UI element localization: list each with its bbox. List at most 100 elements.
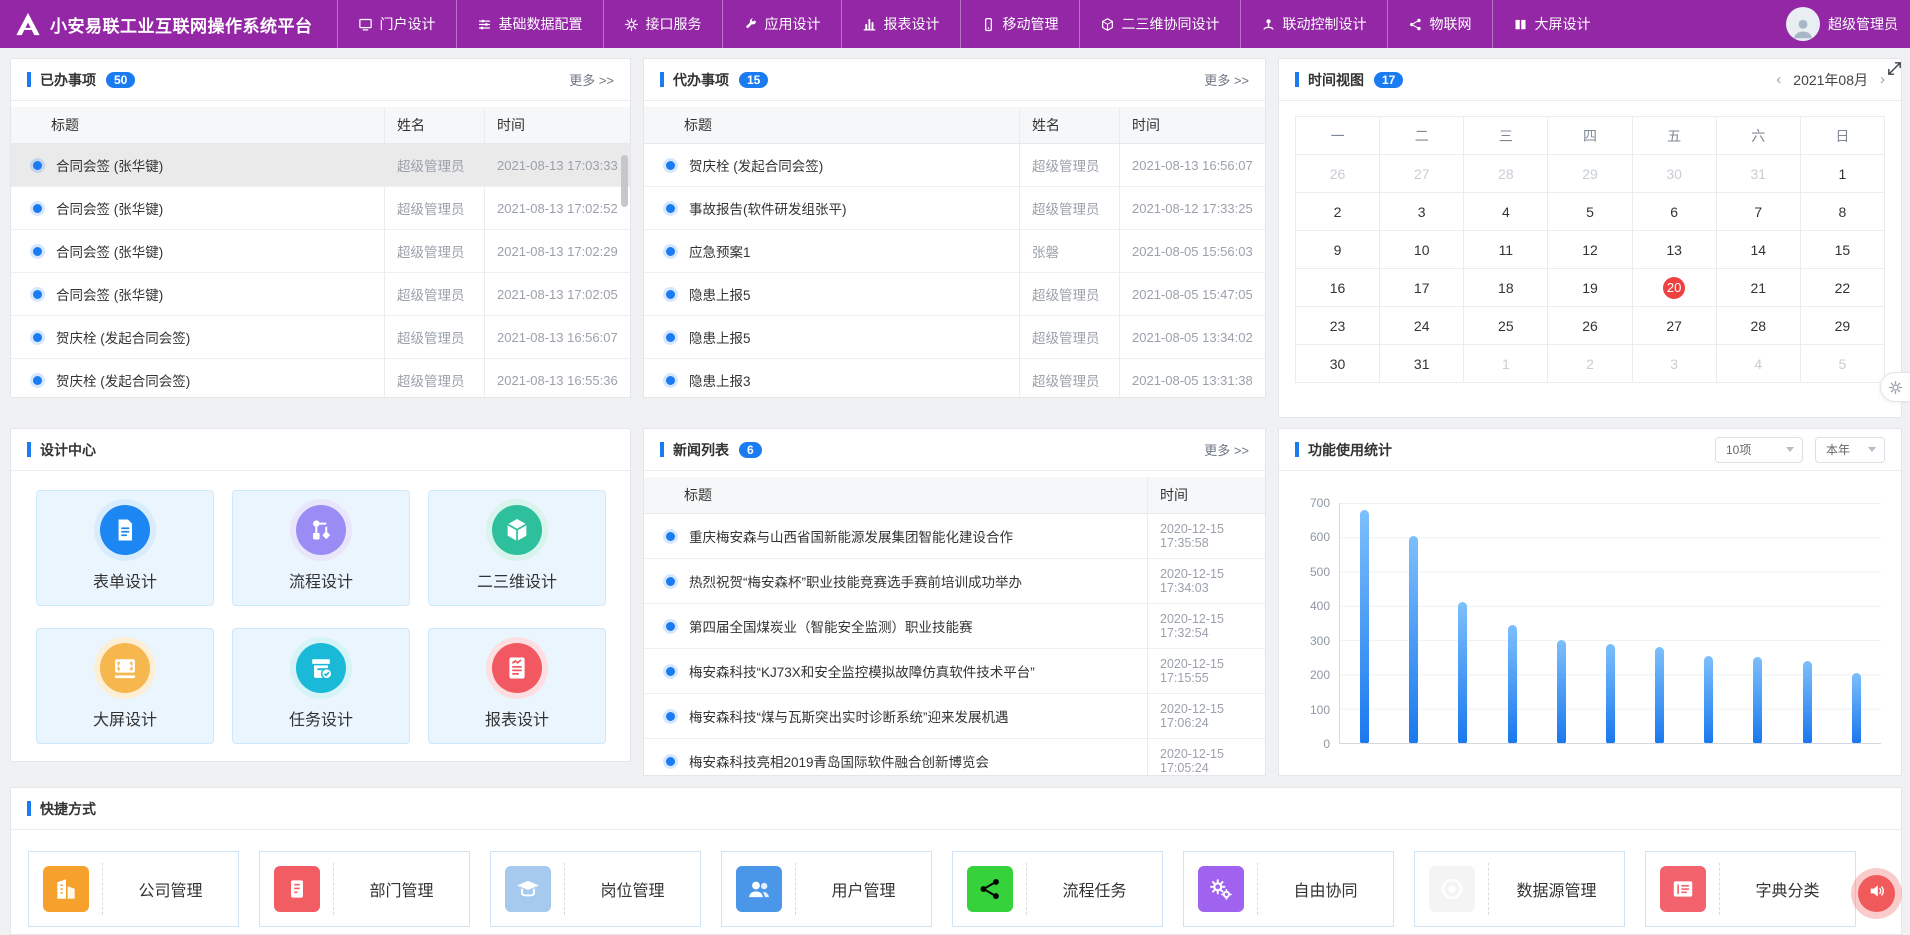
calendar-day[interactable]: 4 — [1717, 345, 1800, 382]
calendar-day[interactable]: 28 — [1717, 307, 1800, 344]
calendar-day[interactable]: 3 — [1633, 345, 1716, 382]
nav-item[interactable]: 联动控制设计 — [1240, 0, 1387, 48]
table-row[interactable]: 隐患上报5 超级管理员 2021-08-05 13:34:02 — [644, 316, 1265, 359]
items-filter-select[interactable]: 10项 — [1715, 437, 1803, 463]
news-row[interactable]: 梅安森科技“煤与瓦斯突出实时诊断系统”迎来发展机遇 2020-12-15 17:… — [644, 694, 1265, 739]
calendar-day[interactable]: 2 — [1548, 345, 1631, 382]
calendar-day[interactable]: 31 — [1717, 155, 1800, 192]
calendar-day[interactable]: 29 — [1801, 307, 1884, 344]
calendar-day[interactable]: 12 — [1548, 231, 1631, 268]
prev-month-button[interactable]: ‹ — [1776, 71, 1781, 88]
design-card[interactable]: 报表设计 — [428, 628, 606, 744]
shortcut-card[interactable]: 岗位管理 — [490, 851, 701, 927]
nav-item[interactable]: 门户设计 — [337, 0, 456, 48]
calendar-day[interactable]: 23 — [1296, 307, 1379, 344]
row-name: 超级管理员 — [1019, 359, 1119, 398]
period-filter-select[interactable]: 本年 — [1815, 437, 1885, 463]
calendar-day[interactable]: 15 — [1801, 231, 1884, 268]
table-row[interactable]: 贺庆栓 (发起合同会签) 超级管理员 2021-08-13 16:56:07 — [11, 316, 630, 359]
calendar-day[interactable]: 19 — [1548, 269, 1631, 306]
table-row[interactable]: 隐患上报3 超级管理员 2021-08-05 13:31:38 — [644, 359, 1265, 398]
calendar-day[interactable]: 29 — [1548, 155, 1631, 192]
table-row[interactable]: 合同会签 (张华键) 超级管理员 2021-08-13 17:03:33 — [11, 144, 630, 187]
table-row[interactable]: 合同会签 (张华键) 超级管理员 2021-08-13 17:02:29 — [11, 230, 630, 273]
todo-more-link[interactable]: 更多 >> — [1204, 70, 1249, 89]
calendar-day[interactable]: 9 — [1296, 231, 1379, 268]
shortcut-card[interactable]: 流程任务 — [952, 851, 1163, 927]
table-row[interactable]: 事故报告(软件研发组张平) 超级管理员 2021-08-12 17:33:25 — [644, 187, 1265, 230]
calendar-day[interactable]: 30 — [1633, 155, 1716, 192]
calendar-day[interactable]: 27 — [1633, 307, 1716, 344]
news-row[interactable]: 重庆梅安森与山西省国新能源发展集团智能化建设合作 2020-12-15 17:3… — [644, 514, 1265, 559]
calendar-day[interactable]: 10 — [1380, 231, 1463, 268]
table-row[interactable]: 贺庆栓 (发起合同会签) 超级管理员 2021-08-13 16:56:07 — [644, 144, 1265, 187]
news-row[interactable]: 热烈祝贺“梅安森杯”职业技能竞赛选手赛前培训成功举办 2020-12-15 17… — [644, 559, 1265, 604]
table-row[interactable]: 应急预案1 张磐 2021-08-05 15:56:03 — [644, 230, 1265, 273]
table-row[interactable]: 贺庆栓 (发起合同会签) 超级管理员 2021-08-13 16:55:36 — [11, 359, 630, 398]
table-row[interactable]: 合同会签 (张华键) 超级管理员 2021-08-13 17:02:05 — [11, 273, 630, 316]
calendar-day[interactable]: 6 — [1633, 193, 1716, 230]
calendar-day[interactable]: 18 — [1464, 269, 1547, 306]
fullscreen-expand-icon[interactable] — [1886, 60, 1903, 77]
shortcut-card[interactable]: 用户管理 — [721, 851, 932, 927]
nav-item[interactable]: 应用设计 — [722, 0, 841, 48]
calendar-day[interactable]: 20 — [1633, 269, 1716, 306]
news-row[interactable]: 梅安森科技亮相2019青岛国际软件融合创新博览会 2020-12-15 17:0… — [644, 739, 1265, 776]
scrollbar-thumb[interactable] — [621, 155, 628, 207]
design-card[interactable]: 表单设计 — [36, 490, 214, 606]
calendar-day[interactable]: 16 — [1296, 269, 1379, 306]
calendar-day[interactable]: 3 — [1380, 193, 1463, 230]
calendar-day[interactable]: 14 — [1717, 231, 1800, 268]
calendar-day[interactable]: 25 — [1464, 307, 1547, 344]
calendar-day[interactable]: 5 — [1548, 193, 1631, 230]
settings-gear-icon[interactable] — [1880, 372, 1910, 402]
calendar-day[interactable]: 8 — [1801, 193, 1884, 230]
row-time: 2021-08-13 17:02:29 — [484, 230, 630, 272]
calendar-day[interactable]: 7 — [1717, 193, 1800, 230]
news-row[interactable]: 梅安森科技“KJ73X和安全监控模拟故障仿真软件技术平台” 2020-12-15… — [644, 649, 1265, 694]
nav-item[interactable]: 移动管理 — [960, 0, 1079, 48]
user-menu[interactable]: 超级管理员 — [1786, 0, 1898, 48]
calendar-day[interactable]: 5 — [1801, 345, 1884, 382]
nav-item[interactable]: 大屏设计 — [1492, 0, 1611, 48]
calendar-day[interactable]: 28 — [1464, 155, 1547, 192]
calendar-day[interactable]: 4 — [1464, 193, 1547, 230]
calendar-day[interactable]: 1 — [1801, 155, 1884, 192]
shortcut-card[interactable]: 字典分类 — [1645, 851, 1856, 927]
chart-plot-area — [1339, 503, 1881, 744]
nav-item[interactable]: 基础数据配置 — [456, 0, 603, 48]
calendar-day[interactable]: 17 — [1380, 269, 1463, 306]
calendar-day[interactable]: 22 — [1801, 269, 1884, 306]
nav-item[interactable]: 接口服务 — [603, 0, 722, 48]
shortcut-card[interactable]: 公司管理 — [28, 851, 239, 927]
calendar-day[interactable]: 11 — [1464, 231, 1547, 268]
shortcut-card[interactable]: 数据源管理 — [1414, 851, 1625, 927]
design-card[interactable]: 大屏设计 — [36, 628, 214, 744]
nav-item[interactable]: 物联网 — [1387, 0, 1492, 48]
calendar-day[interactable]: 27 — [1380, 155, 1463, 192]
design-card[interactable]: 二三维设计 — [428, 490, 606, 606]
nav-item[interactable]: 报表设计 — [841, 0, 960, 48]
done-more-link[interactable]: 更多 >> — [569, 70, 614, 89]
calendar-day[interactable]: 30 — [1296, 345, 1379, 382]
calendar-day[interactable]: 24 — [1380, 307, 1463, 344]
voice-announce-button[interactable] — [1858, 875, 1895, 912]
shortcut-card[interactable]: 自由协同 — [1183, 851, 1394, 927]
calendar-day[interactable]: 26 — [1296, 155, 1379, 192]
calendar-day[interactable]: 31 — [1380, 345, 1463, 382]
calendar-day[interactable]: 1 — [1464, 345, 1547, 382]
table-row[interactable]: 隐患上报5 超级管理员 2021-08-05 15:47:05 — [644, 273, 1265, 316]
calendar-day[interactable]: 2 — [1296, 193, 1379, 230]
shortcut-card[interactable]: 部门管理 — [259, 851, 470, 927]
nav-item[interactable]: 二三维协同设计 — [1079, 0, 1240, 48]
design-card[interactable]: 任务设计 — [232, 628, 410, 744]
calendar-day[interactable]: 26 — [1548, 307, 1631, 344]
calendar-day[interactable]: 21 — [1717, 269, 1800, 306]
day-number: 20 — [1663, 277, 1685, 299]
calendar-day[interactable]: 13 — [1633, 231, 1716, 268]
news-more-link[interactable]: 更多 >> — [1204, 440, 1249, 459]
table-row[interactable]: 合同会签 (张华键) 超级管理员 2021-08-13 17:02:52 — [11, 187, 630, 230]
design-card[interactable]: 流程设计 — [232, 490, 410, 606]
next-month-button[interactable]: › — [1880, 71, 1885, 88]
news-row[interactable]: 第四届全国煤炭业（智能安全监测）职业技能赛 2020-12-15 17:32:5… — [644, 604, 1265, 649]
